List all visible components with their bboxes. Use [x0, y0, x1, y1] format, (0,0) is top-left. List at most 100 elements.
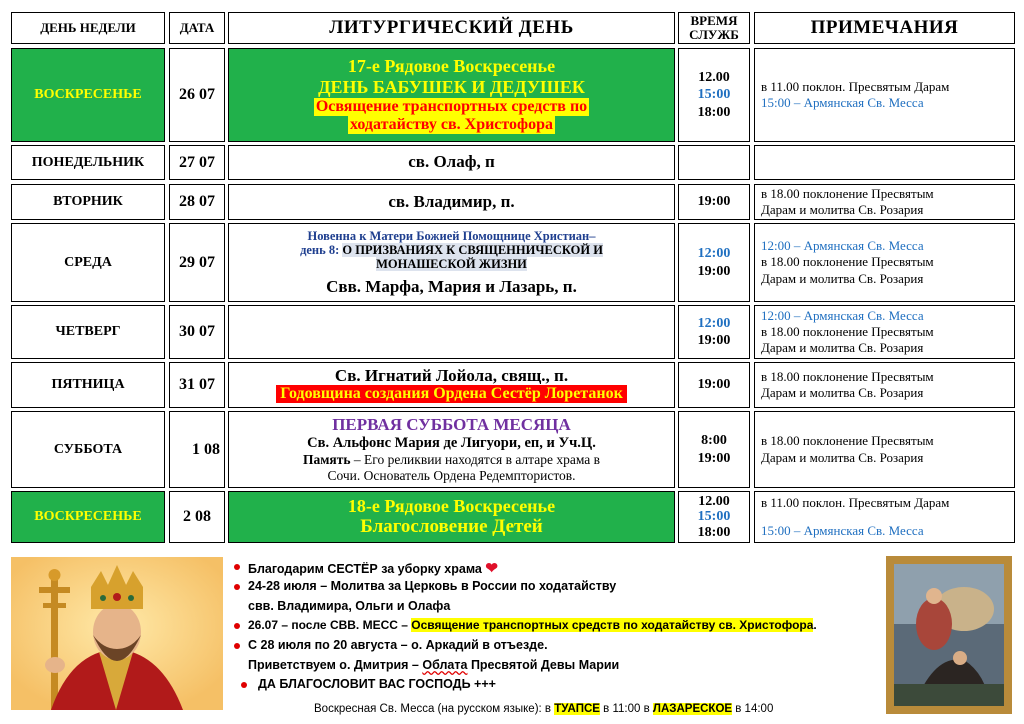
service-time: 19:00 — [697, 377, 731, 393]
liturgical-line: Память — [302, 452, 351, 467]
row-liturgical: ПЕРВАЯ СУББОТА МЕСЯЦА Св. Альфонс Мария … — [228, 411, 675, 488]
bullet-text: свв. Владимира, Ольги и Олафа — [248, 599, 451, 613]
note-line: Дарам и молитва Св. Розария — [761, 202, 924, 217]
row-day: ПЯТНИЦА — [11, 362, 165, 408]
row-liturgical: св. Олаф, п — [228, 145, 675, 180]
saint-vladimir-image — [11, 557, 223, 710]
bullet-line: ДА БЛАГОСЛОВИТ ВАС ГОСПОДЬ +++ — [258, 678, 496, 691]
note-line: Дарам и молитва Св. Розария — [761, 449, 924, 465]
row-date: 29 07 — [169, 223, 225, 302]
painting-icon — [894, 564, 1004, 706]
liturgical-line: – Его реликвии находятся в алтаре храма … — [350, 452, 601, 467]
header-day: ДЕНЬ НЕДЕЛИ — [11, 12, 165, 44]
header-liturgical-label: ЛИТУРГИЧЕСКИЙ ДЕНЬ — [329, 17, 574, 39]
row-day-label: СРЕДА — [64, 254, 112, 270]
note-line: 15:00 – Армянская Св. Месса — [761, 522, 924, 538]
row-liturgical — [228, 305, 675, 359]
row-date: 27 07 — [169, 145, 225, 180]
bullet-line: 26.07 – после СВВ. МЕСС – Освящение тран… — [248, 618, 817, 632]
liturgical-title: Св. Игнатий Лойола, свящ., п. — [334, 365, 569, 385]
liturgical-title: 18-е Рядовое Воскресенье — [347, 495, 556, 516]
novena-line: день 8: — [300, 242, 343, 257]
note-line: 12:00 – Армянская Св. Месса — [761, 307, 924, 323]
row-notes — [754, 145, 1015, 180]
bullet-highlight: Освящение транспортных средств по ходата… — [411, 618, 814, 632]
bullet-text: Облата — [422, 658, 468, 672]
row-date: 2 08 — [169, 491, 225, 543]
note-line: в 18.00 поклонение Пресвятым — [761, 323, 934, 339]
service-time: 12.00 — [698, 69, 730, 85]
bullet-dot — [234, 623, 240, 629]
row-date: 31 07 — [169, 362, 225, 408]
liturgical-highlight: ходатайству св. Христофора — [347, 115, 556, 134]
row-time: 12.00 15:00 18:00 — [678, 491, 750, 543]
footer-highlight: ЛАЗАРЕСКОЕ — [652, 703, 733, 715]
liturgical-highlight: Освящение транспортных средств по — [313, 97, 590, 116]
row-day-label: ЧЕТВЕРГ — [55, 324, 121, 339]
row-day-label: ВТОРНИК — [53, 194, 123, 209]
row-notes: в 18.00 поклонение Пресвятым Дарам и мол… — [754, 184, 1015, 220]
liturgical-subtitle: ДЕНЬ БАБУШЕК И ДЕДУШЕК — [318, 77, 585, 97]
row-day-label: ПОНЕДЕЛЬНИК — [31, 154, 145, 170]
novena-line: МОНАШЕСКОЙ ЖИЗНИ — [376, 257, 527, 272]
header-date-label: ДАТА — [179, 20, 215, 36]
row-day: СУББОТА — [11, 411, 165, 488]
note-line: в 11.00 поклон. Пресвятым Дарам — [761, 78, 950, 94]
row-notes: в 11.00 поклон. Пресвятым Дарам 15:00 – … — [754, 48, 1015, 142]
header-liturgical: ЛИТУРГИЧЕСКИЙ ДЕНЬ — [228, 12, 675, 44]
header-time-line1: ВРЕМЯ — [690, 13, 738, 29]
bullet-dot — [234, 584, 240, 590]
row-date: 28 07 — [169, 184, 225, 220]
row-notes: в 18.00 поклонение Пресвятым Дарам и мол… — [754, 362, 1015, 408]
row-notes: в 11.00 поклон. Пресвятым Дарам 15:00 – … — [754, 491, 1015, 543]
bullet-line: Благодарим СЕСТЁР за уборку храма ❤ — [248, 561, 498, 576]
liturgical-title: св. Олаф, п — [408, 152, 495, 172]
bullet-line: Приветствуем о. Дмитрия – Облата Пресвят… — [248, 659, 619, 672]
note-line: 12:00 – Армянская Св. Месса — [761, 238, 924, 254]
bullet-dot — [234, 564, 240, 570]
row-day: ЧЕТВЕРГ — [11, 305, 165, 359]
row-day-label: ПЯТНИЦА — [51, 377, 125, 392]
row-date-label: 29 07 — [179, 253, 215, 271]
row-day: ВОСКРЕСЕНЬЕ — [11, 48, 165, 142]
row-liturgical: 17-е Рядовое Воскресенье ДЕНЬ БАБУШЕК И … — [228, 48, 675, 142]
row-time: 19:00 — [678, 362, 750, 408]
service-time: 12:00 — [697, 246, 731, 261]
row-date-label: 1 08 — [192, 440, 220, 458]
row-notes: 12:00 – Армянская Св. Месса в 18.00 покл… — [754, 223, 1015, 302]
bullet-dot — [241, 682, 247, 688]
row-time — [678, 145, 750, 180]
row-time: 19:00 — [678, 184, 750, 220]
header-time-line2: СЛУЖБ — [689, 27, 739, 42]
row-day: ПОНЕДЕЛЬНИК — [11, 145, 165, 180]
service-time: 8:00 — [701, 433, 727, 448]
bullet-text: . — [813, 618, 817, 632]
footer-text: в 11:00 в — [599, 703, 653, 715]
row-date-label: 28 07 — [179, 193, 215, 210]
header-time: ВРЕМЯ СЛУЖБ — [678, 12, 750, 44]
bullet-text: С 28 июля по 20 августа – о. Аркадий в о… — [248, 638, 548, 652]
row-notes: в 18.00 поклонение Пресвятым Дарам и мол… — [754, 411, 1015, 488]
service-time: 18:00 — [697, 524, 731, 540]
bullet-text: Благодарим СЕСТЁР за уборку храма — [248, 562, 482, 576]
row-time: 12.00 15:00 18:00 — [678, 48, 750, 142]
row-liturgical: 18-е Рядовое Воскресенье Благословение Д… — [228, 491, 675, 543]
service-time: 18:00 — [697, 104, 731, 120]
row-date: 30 07 — [169, 305, 225, 359]
bullet-dot — [234, 643, 240, 649]
liturgical-line: Св. Альфонс Мария де Лигуори, еп, и Уч.Ц… — [307, 434, 596, 451]
row-date-label: 27 07 — [179, 153, 215, 171]
row-date-label: 26 07 — [179, 86, 215, 103]
footer-line: Воскресная Св. Месса (на русском языке):… — [314, 703, 773, 715]
bullet-text: 26.07 – после СВВ. МЕСС – — [248, 618, 412, 632]
novena-line: О ПРИЗВАНИЯХ К СВЯЩЕННИЧЕСКОЙ И — [342, 242, 603, 257]
novena-line: Новенна к Матери Божией Помощнице Христи… — [307, 228, 596, 243]
row-day-label: СУББОТА — [53, 441, 123, 457]
row-date: 26 07 — [169, 48, 225, 142]
row-date-label: 31 07 — [179, 376, 215, 393]
service-time: 12:00 — [697, 315, 731, 331]
saint-icon — [11, 557, 223, 710]
service-time: 19:00 — [697, 333, 731, 348]
header-date: ДАТА — [169, 12, 225, 44]
painting-image — [886, 556, 1012, 714]
